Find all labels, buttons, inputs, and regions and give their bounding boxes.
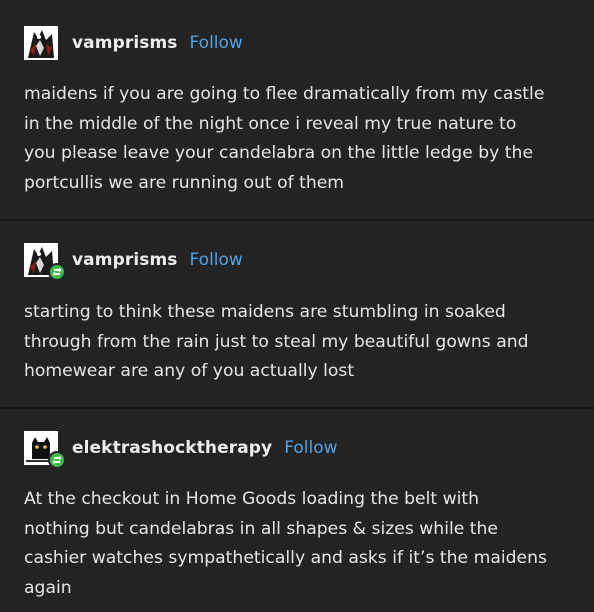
follow-button[interactable]: Follow — [190, 250, 243, 270]
username[interactable]: vamprisms — [72, 33, 178, 53]
post-text-line: starting to think these maidens are stum… — [24, 302, 506, 322]
reblog-icon — [52, 267, 62, 277]
post-text-line: maidens if you are going to flee dramati… — [24, 84, 545, 104]
post-text-line: nothing but candelabras in all shapes & … — [24, 518, 498, 539]
reblog-icon — [52, 455, 62, 465]
post-text-line: At the checkout in Home Goods loading th… — [24, 489, 480, 509]
post-text-line: homewear are any of you actually lost — [24, 361, 355, 382]
post-text-line: portcullis we are running out of them — [24, 172, 345, 193]
post-text-line: through from the rain just to steal my b… — [24, 331, 529, 352]
post-text-line: in the middle of the night once i reveal… — [24, 113, 517, 134]
post-header: vamprisms Follow — [24, 243, 243, 281]
reblog-badge — [48, 263, 66, 281]
post-text: starting to think these maidens are stum… — [24, 298, 572, 387]
post-text: maidens if you are going to flee dramati… — [24, 80, 572, 198]
post-header: vamprisms Follow — [24, 26, 243, 60]
post-header: elektrashocktherapy Follow — [24, 431, 338, 469]
avatar[interactable] — [24, 26, 58, 60]
post-2: vamprisms Follow starting to think these… — [0, 221, 594, 407]
post-text-line: again — [24, 577, 72, 598]
post-3: elektrashocktherapy Follow At the checko… — [0, 409, 594, 612]
reblog-badge — [48, 451, 66, 469]
post-text-line: cashier watches sympathetically and asks… — [24, 548, 547, 569]
avatar[interactable] — [24, 431, 66, 469]
username[interactable]: vamprisms — [72, 250, 178, 270]
post-text: At the checkout in Home Goods loading th… — [24, 485, 572, 603]
username[interactable]: elektrashocktherapy — [72, 438, 272, 458]
follow-button[interactable]: Follow — [284, 438, 337, 458]
post-text-line: you please leave your candelabra on the … — [24, 143, 534, 164]
avatar[interactable] — [24, 243, 66, 281]
post-1: vamprisms Follow maidens if you are goin… — [0, 0, 594, 216]
vampire-avatar-icon — [24, 26, 58, 60]
follow-button[interactable]: Follow — [190, 33, 243, 53]
